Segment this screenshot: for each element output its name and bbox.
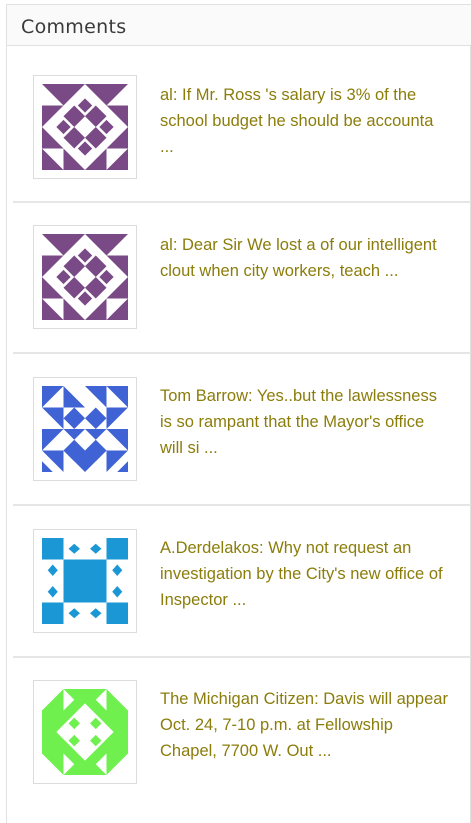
comment-text[interactable]: The Michigan Citizen: Davis will appear … [160,686,450,764]
divider [13,504,471,506]
identicon-blue-icon [42,386,128,472]
divider [13,352,471,354]
identicon-purple-icon [42,234,128,320]
widget-header: Comments [6,4,471,46]
divider [13,201,471,203]
comment-link[interactable]: al: Dear Sir We lost a of our intelligen… [160,236,437,280]
comment-link[interactable]: Tom Barrow: Yes..but the lawlessness is … [160,387,437,457]
comment-link[interactable]: A.Derdelakos: Why not request an investi… [160,539,443,609]
widget-title: Comments [21,16,127,38]
avatar-identicon[interactable] [33,225,137,329]
comment-text[interactable]: al: Dear Sir We lost a of our intelligen… [160,232,450,284]
comment-link[interactable]: The Michigan Citizen: Davis will appear … [160,690,448,760]
avatar-identicon[interactable] [33,680,137,784]
identicon-cyan-icon [42,538,128,624]
avatar-identicon[interactable] [33,377,137,481]
comment-text[interactable]: A.Derdelakos: Why not request an investi… [160,535,450,613]
comments-widget: Comments al: If Mr. Ross 's salary is 3%… [6,0,471,823]
comment-text[interactable]: al: If Mr. Ross 's salary is 3% of the s… [160,82,450,160]
comment-link[interactable]: al: If Mr. Ross 's salary is 3% of the s… [160,86,433,156]
avatar-identicon[interactable] [33,75,137,179]
comment-text[interactable]: Tom Barrow: Yes..but the lawlessness is … [160,383,450,461]
avatar-identicon[interactable] [33,529,137,633]
identicon-green-icon [42,689,128,775]
comments-list: al: If Mr. Ross 's salary is 3% of the s… [6,46,471,823]
divider [13,656,471,658]
identicon-purple-icon [42,84,128,170]
